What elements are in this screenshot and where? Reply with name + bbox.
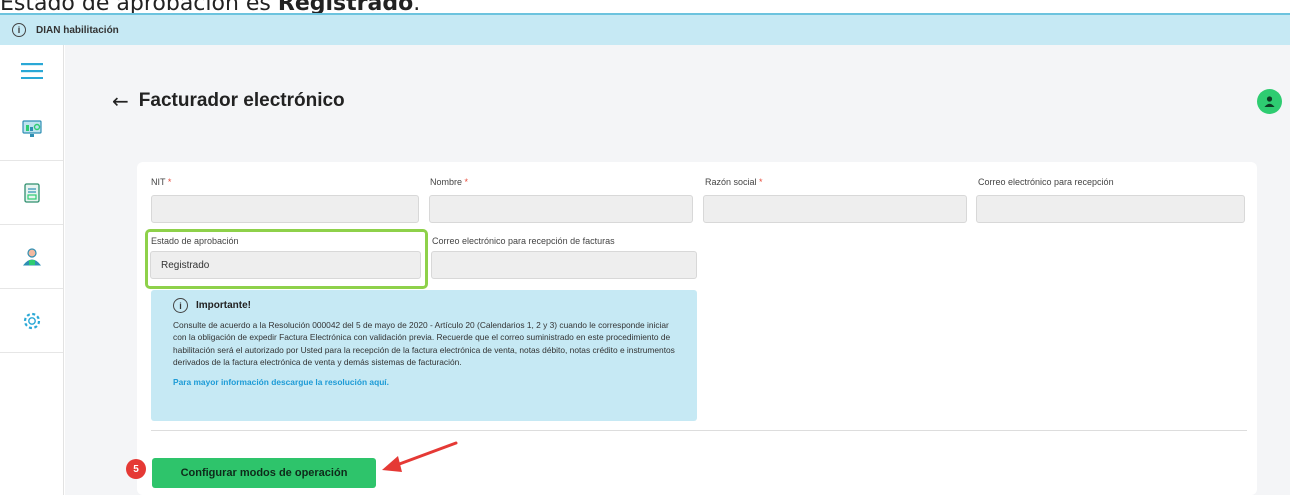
correo-input[interactable] — [976, 195, 1245, 223]
sidebar-item-dashboard[interactable] — [0, 97, 63, 161]
download-resolution-link[interactable]: Para mayor información descargue la reso… — [173, 377, 389, 387]
sidebar-item-documents[interactable] — [0, 161, 63, 225]
nit-label: NIT * — [151, 177, 172, 187]
top-bar: i DIAN habilitación — [0, 13, 1290, 45]
estado-highlight-box — [145, 229, 428, 289]
configure-operation-modes-button[interactable]: Configurar modos de operación — [152, 458, 376, 488]
app-title: DIAN habilitación — [36, 24, 119, 36]
important-notice: i Importante! Consulte de acuerdo a la R… — [151, 290, 697, 421]
correo-facturas-input[interactable] — [431, 251, 697, 279]
document-icon — [23, 182, 40, 203]
user-settings-icon — [22, 247, 41, 265]
correo-facturas-label: Correo electrónico para recepción de fac… — [432, 236, 615, 246]
razon-social-label: Razón social * — [705, 177, 763, 187]
gear-icon — [23, 312, 40, 329]
nit-input[interactable] — [151, 195, 419, 223]
menu-icon — [20, 63, 43, 79]
sidebar — [0, 45, 64, 495]
page-header: ← Facturador electrónico — [112, 89, 345, 113]
razon-social-input[interactable] — [703, 195, 967, 223]
info-icon: i — [12, 23, 26, 37]
page-title: Facturador electrónico — [138, 90, 345, 111]
dashboard-icon — [21, 119, 42, 137]
pointer-arrow-icon — [382, 441, 458, 472]
sidebar-menu-toggle[interactable] — [0, 45, 63, 97]
divider — [151, 430, 1247, 431]
info-icon: i — [173, 298, 188, 313]
correo-label: Correo electrónico para recepción — [978, 177, 1114, 187]
tutorial-caption: Estado de aprobación es Registrado. — [0, 0, 421, 13]
sidebar-item-users[interactable] — [0, 225, 63, 289]
notice-header: i Importante! — [173, 298, 675, 313]
notice-body: Consulte de acuerdo a la Resolución 0000… — [173, 320, 675, 368]
back-arrow-icon[interactable]: ← — [112, 89, 129, 113]
nombre-label: Nombre * — [430, 177, 469, 187]
sidebar-item-settings[interactable] — [0, 289, 63, 353]
user-icon — [1264, 96, 1275, 107]
user-avatar[interactable] — [1257, 89, 1282, 114]
step-badge: 5 — [126, 459, 146, 479]
nombre-input[interactable] — [429, 195, 693, 223]
notice-title: Importante! — [196, 300, 251, 311]
